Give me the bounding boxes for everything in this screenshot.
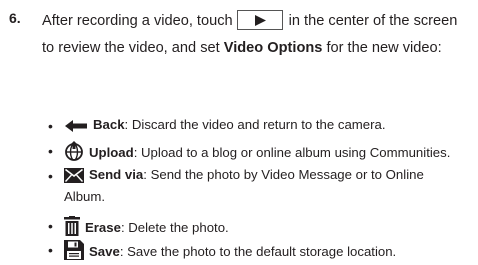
trash-erase-icon bbox=[64, 216, 80, 241]
globe-upload-icon bbox=[64, 141, 84, 166]
list-item-erase: • Erase: Delete the photo. bbox=[48, 216, 229, 241]
send-via-description: : Send the photo by Video Message or to … bbox=[143, 167, 424, 182]
step-6: 6. After recording a video, touch in the … bbox=[0, 0, 478, 262]
upload-term: Upload bbox=[89, 145, 134, 160]
step-text-end: for the new video: bbox=[326, 40, 442, 56]
video-options-term: Video Options bbox=[223, 40, 323, 56]
step-text-before: After recording a video, touch bbox=[42, 13, 233, 29]
back-term: Back bbox=[93, 117, 125, 132]
back-arrow-icon bbox=[64, 119, 88, 138]
list-item-upload: • Upload: Upload to a blog or online alb… bbox=[48, 141, 451, 166]
save-term: Save bbox=[89, 244, 120, 259]
play-icon bbox=[254, 15, 266, 26]
list-item-save: • Save: Save the photo to the default st… bbox=[48, 240, 397, 265]
upload-description: : Upload to a blog or online album using… bbox=[133, 145, 451, 160]
erase-term: Erase bbox=[85, 220, 121, 235]
step-instructions: After recording a video, touch in the cen… bbox=[42, 8, 472, 62]
play-button-image bbox=[236, 10, 283, 30]
back-description: : Discard the video and return to the ca… bbox=[124, 117, 386, 132]
bullet-dot: • bbox=[48, 218, 53, 234]
send-via-term: Send via bbox=[89, 167, 144, 182]
erase-description: : Delete the photo. bbox=[120, 220, 229, 235]
bullet-dot: • bbox=[48, 143, 53, 159]
bullet-dot: • bbox=[48, 118, 53, 134]
envelope-send-icon bbox=[64, 168, 84, 188]
step-number: 6. bbox=[9, 10, 21, 26]
bullet-dot: • bbox=[48, 242, 53, 258]
bullet-dot: • bbox=[48, 168, 53, 184]
list-item-back: • Back: Discard the video and return to … bbox=[48, 116, 386, 138]
list-item-send-via: • Send via: Send the photo by Video Mess… bbox=[48, 166, 424, 206]
floppy-save-icon bbox=[64, 240, 84, 265]
send-via-description-cont: Album. bbox=[64, 189, 106, 204]
save-description: : Save the photo to the default storage … bbox=[119, 244, 397, 259]
